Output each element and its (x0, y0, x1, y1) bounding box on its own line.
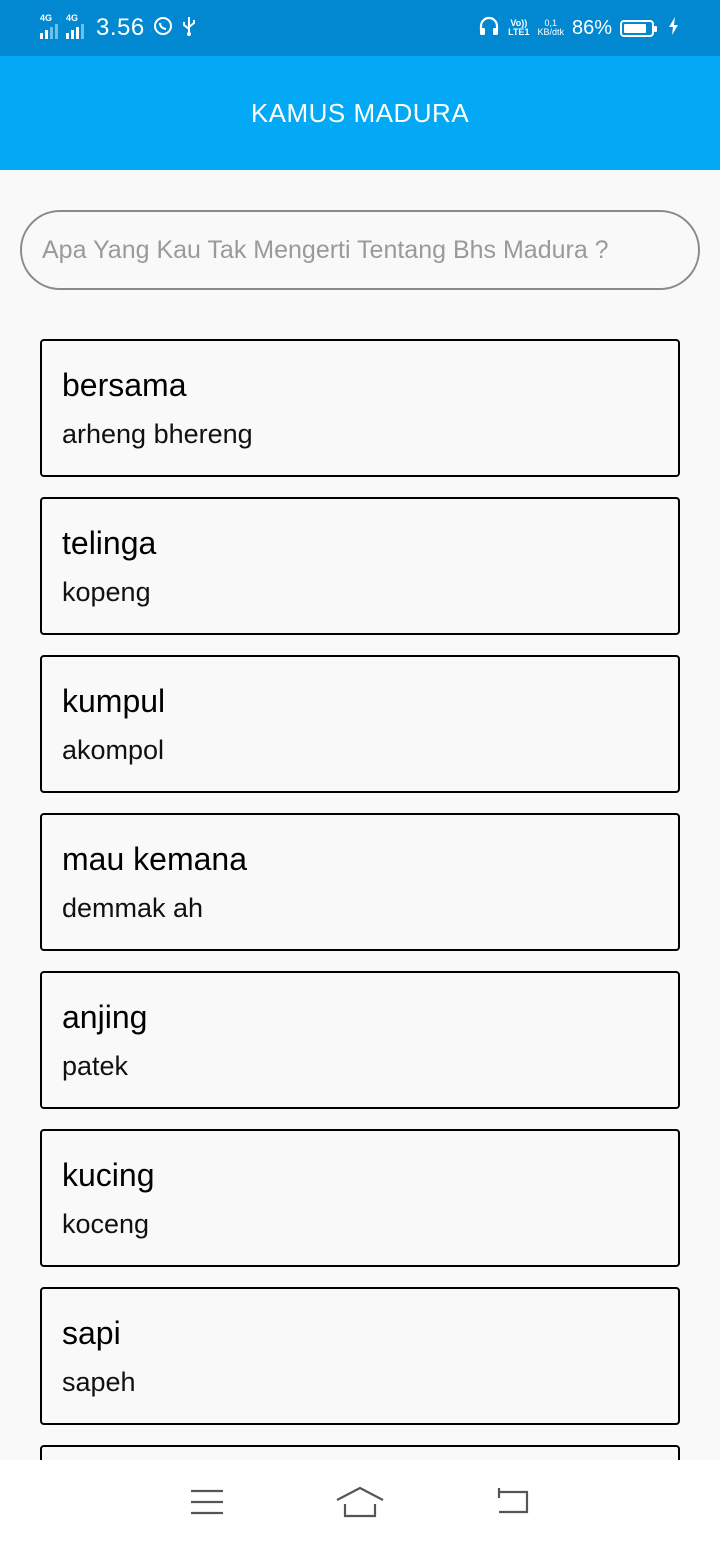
headphone-icon (478, 16, 500, 41)
entry-word: mau kemana (62, 841, 247, 877)
entry-translation: patek (62, 1051, 129, 1081)
entry-word: sapi (62, 1315, 121, 1351)
list-item[interactable]: sapi sapeh (40, 1287, 680, 1425)
page-title: KAMUS MADURA (250, 97, 470, 128)
search-input[interactable] (20, 210, 700, 290)
app-bar: KAMUS MADURA (0, 56, 720, 170)
battery-icon (620, 19, 657, 37)
charging-icon (668, 16, 680, 41)
entry-translation: koceng (62, 1209, 150, 1239)
entry-word: telinga (62, 525, 157, 561)
status-bar: 4G 4G 3.56 Vo)) LTE1 0,1 KB/dtk 86% (0, 0, 720, 56)
volte-indicator: Vo)) LTE1 (508, 18, 530, 37)
status-left: 4G 4G 3.56 (40, 13, 197, 42)
entry-translation: sapeh (62, 1367, 136, 1397)
clock: 3.56 (96, 14, 145, 41)
dictionary-list[interactable]: bersama arheng bhereng telinga kopeng ku… (40, 339, 680, 1460)
status-right: Vo)) LTE1 0,1 KB/dtk 86% (478, 16, 680, 41)
entry-translation: kopeng (62, 577, 151, 607)
back-icon[interactable] (483, 1477, 543, 1527)
signal-2-icon: 4G (66, 13, 84, 39)
signal-1-icon: 4G (40, 13, 58, 39)
network-speed: 0,1 KB/dtk (537, 18, 564, 37)
list-item[interactable]: telinga kopeng (40, 497, 680, 635)
home-icon[interactable] (330, 1477, 390, 1527)
network-type-1: 4G (40, 13, 53, 23)
list-item[interactable]: anjing patek (40, 971, 680, 1109)
entry-word: kucing (62, 1157, 155, 1193)
entry-word: bersama (62, 367, 187, 403)
entry-word: kumpul (62, 683, 166, 719)
entry-translation: akompol (62, 735, 165, 765)
whatsapp-icon (153, 16, 173, 41)
list-item[interactable]: bersama arheng bhereng (40, 339, 680, 477)
usb-icon (181, 15, 197, 42)
entry-translation: demmak ah (62, 893, 204, 923)
list-item[interactable]: kumpul akompol (40, 655, 680, 793)
entry-translation: arheng bhereng (62, 419, 253, 449)
nav-bar (0, 1460, 720, 1544)
list-item[interactable]: kucing koceng (40, 1129, 680, 1267)
battery-percent: 86% (571, 16, 612, 39)
list-item[interactable]: mau kemana demmak ah (40, 813, 680, 951)
menu-icon[interactable] (177, 1477, 237, 1527)
list-item[interactable] (40, 1445, 680, 1460)
entry-word: anjing (62, 999, 148, 1035)
network-type-2: 4G (66, 13, 79, 23)
